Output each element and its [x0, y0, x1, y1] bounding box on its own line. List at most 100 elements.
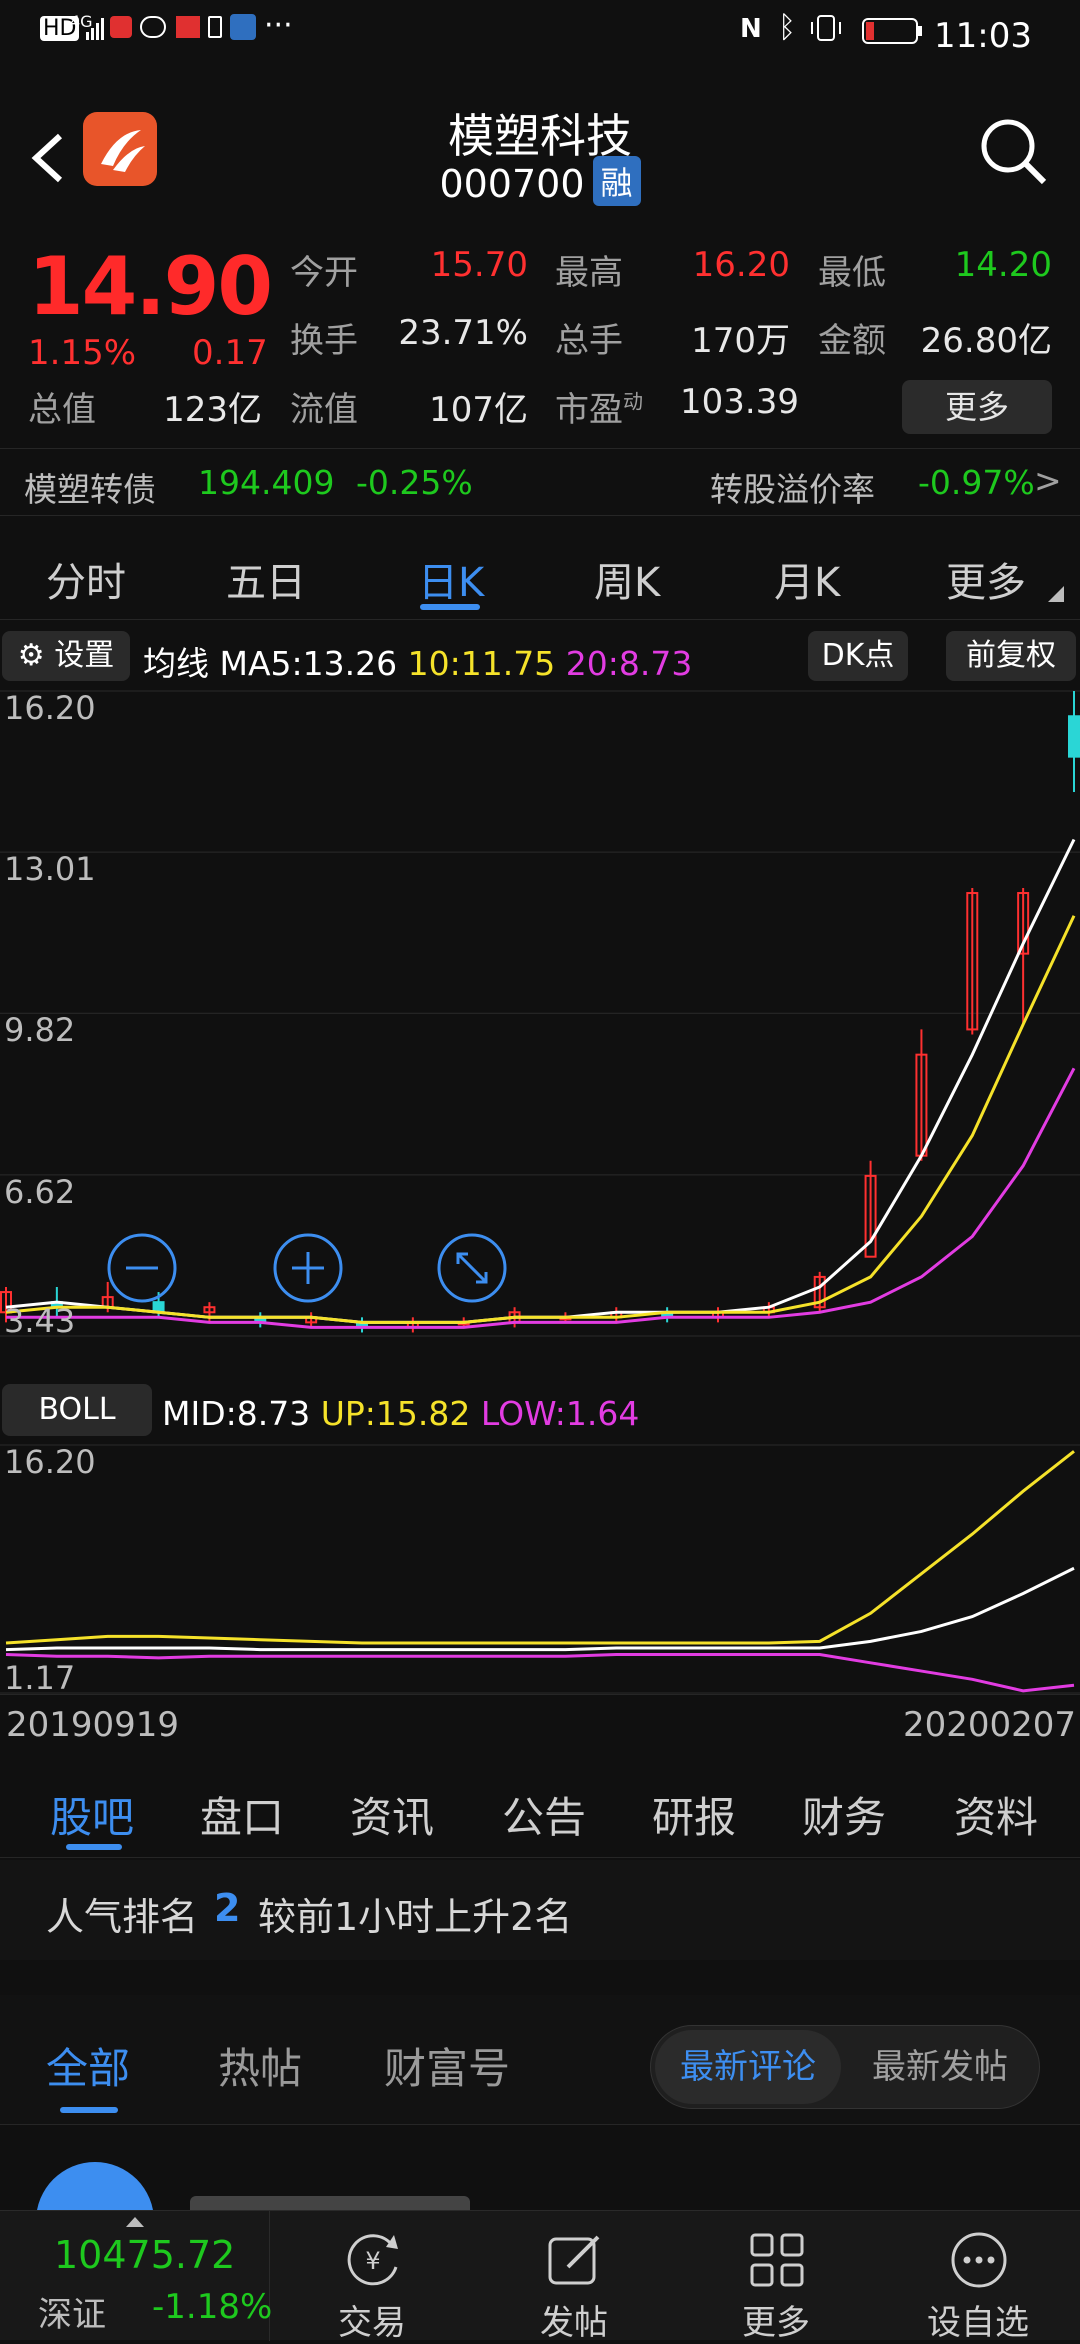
- filter-wealth[interactable]: 财富号: [384, 2035, 510, 2096]
- tab-announcements[interactable]: 公告: [502, 1784, 586, 1845]
- nav-post-label: 发帖: [540, 2303, 608, 2343]
- fullscreen-button[interactable]: [437, 1233, 507, 1303]
- dropdown-corner-icon: [1048, 586, 1064, 602]
- filter-all[interactable]: 全部: [46, 2035, 130, 2096]
- yen-refresh-icon: ¥: [347, 2234, 398, 2286]
- stat-value-float: 107亿: [429, 390, 528, 430]
- tab-monthly-k[interactable]: 月K: [774, 550, 840, 608]
- nav-post[interactable]: 发帖: [474, 2211, 674, 2343]
- ma-label: 均线: [143, 644, 209, 683]
- sort-latest-post[interactable]: 最新发帖: [847, 2030, 1033, 2104]
- boll-mid: MID:8.73: [162, 1394, 311, 1433]
- boll-y-ticks: 16.20 1.17: [4, 1443, 96, 1697]
- kline-chart[interactable]: 16.20 13.01 9.82 6.62 3.43 16.20 1.17: [0, 685, 1080, 1755]
- stat-label-pe: 市盈动: [555, 389, 643, 430]
- stat-label-mktcap: 总值: [28, 390, 96, 430]
- ma-legend: 均线 MA5:13.26 10:11.75 20:8.73: [143, 637, 692, 685]
- index-name: 深证: [38, 2295, 106, 2335]
- period-tabs: 分时 五日 日K 周K 月K 更多: [0, 530, 1080, 620]
- ma5-value: MA5:13.26: [219, 644, 398, 683]
- section-tab-indicator: [66, 1844, 122, 1850]
- battery-icon: [862, 18, 922, 44]
- stock-header: 模塑科技 000700 融: [0, 80, 1080, 230]
- stock-code: 000700: [439, 162, 585, 206]
- candle-body: [1068, 715, 1080, 758]
- y-tick-label: 3.43: [4, 1302, 75, 1340]
- y-tick-label: 16.20: [4, 689, 96, 727]
- expand-up-icon: [126, 2217, 144, 2227]
- chevron-right-icon: >: [1034, 461, 1062, 500]
- tab-more[interactable]: 更多: [946, 550, 1026, 608]
- main-chart-grid: [0, 690, 1080, 1337]
- main-y-ticks: 16.20 13.01 9.82 6.62 3.43: [4, 689, 96, 1340]
- stat-label-float: 流值: [290, 390, 358, 430]
- boll-indicator-button[interactable]: BOLL: [2, 1384, 152, 1436]
- tab-forum[interactable]: 股吧: [50, 1784, 134, 1845]
- more-dots-icon: [951, 2232, 1007, 2288]
- zoom-out-button[interactable]: [107, 1233, 177, 1303]
- clock: 11:03: [934, 16, 1032, 56]
- stat-value-pe: 103.39: [680, 382, 799, 422]
- nav-trade[interactable]: ¥ 交易: [272, 2211, 472, 2343]
- post-preview[interactable]: [0, 2130, 1080, 2210]
- dk-point-button[interactable]: DK点: [808, 631, 908, 681]
- y-tick-label: 1.17: [4, 1659, 75, 1697]
- index-change: -1.18%: [152, 2287, 273, 2327]
- price-adjust-button[interactable]: 前复权: [946, 631, 1076, 681]
- series-line-0: [5, 838, 1076, 1324]
- search-icon[interactable]: [976, 114, 1052, 190]
- index-ticker[interactable]: 10475.72 深证 -1.18%: [0, 2211, 273, 2341]
- tab-weekly-k[interactable]: 周K: [594, 550, 660, 608]
- tab-daily-k[interactable]: 日K: [418, 550, 484, 608]
- edit-icon: [548, 2235, 600, 2285]
- grid-icon: [750, 2233, 804, 2287]
- bottom-bar: 10475.72 深证 -1.18% ¥ 交易 发帖 更多 设自选: [0, 2210, 1080, 2343]
- stat-value-volume: 170万: [691, 321, 790, 361]
- stat-label-volume: 总手: [555, 321, 623, 361]
- popularity-rank[interactable]: 人气排名 2 较前1小时上升2名: [0, 1860, 1080, 1960]
- app-icon: [230, 14, 256, 40]
- avatar[interactable]: [36, 2162, 154, 2210]
- y-tick-label: 6.62: [4, 1173, 75, 1211]
- tab-orderbook[interactable]: 盘口: [200, 1784, 284, 1845]
- stock-app-icon: [176, 16, 200, 38]
- zoom-in-button[interactable]: [273, 1233, 343, 1303]
- cb-name: 模塑转债: [24, 470, 156, 509]
- y-tick-label: 9.82: [4, 1011, 75, 1049]
- sort-latest-comment[interactable]: 最新评论: [655, 2030, 841, 2104]
- nav-more[interactable]: 更多: [676, 2211, 876, 2343]
- settings-button[interactable]: ⚙ 设置: [2, 631, 130, 681]
- stat-value-high: 16.20: [692, 245, 790, 285]
- quote-panel: 14.90 1.15% 0.17 今开 15.70 最高 16.20 最低 14…: [0, 230, 1080, 440]
- svg-text:¥: ¥: [365, 2247, 380, 2275]
- stat-label-amount: 金额: [818, 321, 886, 361]
- section-tabs: 股吧 盘口 资讯 公告 研报 财务 资料: [0, 1754, 1080, 1858]
- nav-more-label: 更多: [742, 2303, 810, 2343]
- boll-low: LOW:1.64: [480, 1394, 640, 1433]
- nav-trade-label: 交易: [338, 2303, 406, 2343]
- wechat-icon: [140, 16, 166, 38]
- app-notify-icon: [110, 16, 132, 38]
- more-stats-button[interactable]: 更多: [902, 380, 1052, 434]
- vibrate-icon: [811, 15, 841, 41]
- filter-indicator: [60, 2107, 118, 2113]
- gear-icon: ⚙: [17, 638, 45, 673]
- tab-financials[interactable]: 财务: [802, 1784, 886, 1845]
- nav-watchlist[interactable]: 设自选: [878, 2211, 1078, 2343]
- tab-news[interactable]: 资讯: [350, 1784, 434, 1845]
- tab-profile[interactable]: 资料: [954, 1784, 1038, 1845]
- ma20-value: 20:8.73: [565, 644, 693, 683]
- convertible-bond-bar[interactable]: 模塑转债 194.409 -0.25% 转股溢价率 -0.97% >: [0, 448, 1080, 516]
- tab-intraday[interactable]: 分时: [46, 550, 126, 608]
- stat-value-amount: 26.80亿: [920, 321, 1052, 361]
- stat-value-open: 15.70: [430, 245, 528, 285]
- series-line-1: [5, 915, 1076, 1324]
- boll-up: UP:15.82: [320, 1394, 471, 1433]
- cb-premium: -0.97%: [918, 463, 1035, 502]
- date-end: 20200207: [902, 1705, 1076, 1745]
- filter-hot[interactable]: 热帖: [218, 2035, 302, 2096]
- tab-research[interactable]: 研报: [652, 1784, 736, 1845]
- tab-five-day[interactable]: 五日: [226, 550, 306, 608]
- ma10-value: 10:11.75: [407, 644, 556, 683]
- boll-toolbar: BOLL MID:8.73 UP:15.82 LOW:1.64: [0, 1380, 1080, 1440]
